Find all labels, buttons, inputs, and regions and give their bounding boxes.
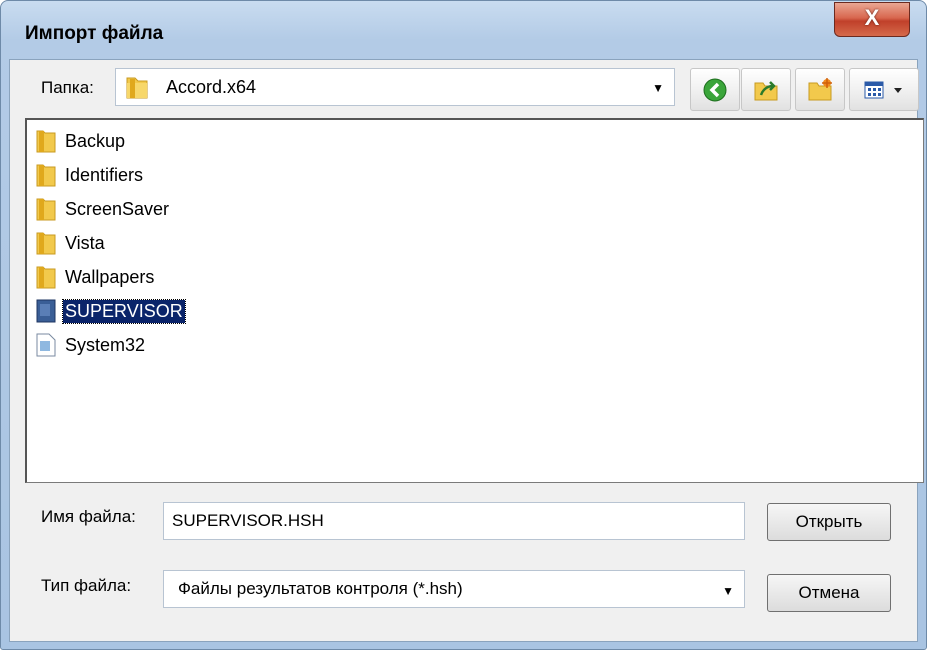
view-menu-button[interactable] (849, 68, 919, 111)
filetype-value: Файлы результатов контроля (*.hsh) (178, 579, 463, 598)
list-item-label: ScreenSaver (65, 198, 170, 219)
chevron-down-icon: ▼ (652, 81, 664, 95)
filename-label: Имя файла: (41, 507, 136, 526)
folder-icon (35, 162, 57, 188)
file-icon (35, 332, 57, 358)
file-icon (35, 298, 57, 324)
file-list[interactable]: Backup Identifiers ScreenSaver Vista Wal… (25, 118, 924, 483)
filename-input[interactable]: SUPERVISOR.HSH (163, 502, 745, 540)
filetype-label: Тип файла: (41, 576, 132, 595)
list-item[interactable]: Wallpapers (35, 262, 156, 292)
list-item-label: Wallpapers (65, 266, 155, 287)
list-item-label: SUPERVISOR (62, 298, 186, 324)
folder-icon (35, 128, 57, 154)
close-button[interactable]: X (834, 2, 910, 37)
current-folder-value: Accord.x64 (166, 77, 257, 97)
filetype-dropdown[interactable]: Файлы результатов контроля (*.hsh) ▼ (163, 570, 745, 608)
list-item[interactable]: System32 (35, 330, 147, 360)
chevron-down-icon: ▼ (722, 584, 734, 598)
list-item[interactable]: Vista (35, 228, 107, 258)
list-item-label: System32 (65, 334, 146, 355)
back-arrow-icon (703, 78, 727, 101)
new-folder-button[interactable] (795, 68, 845, 111)
folder-icon (35, 196, 57, 222)
folder-icon (35, 230, 57, 256)
list-item-selected[interactable]: SUPERVISOR (35, 296, 186, 326)
new-folder-icon (808, 77, 832, 100)
list-item-label: Vista (65, 232, 105, 253)
up-folder-button[interactable] (741, 68, 791, 111)
title-bar[interactable]: Импорт файла X (1, 1, 926, 61)
cancel-button[interactable]: Отмена (767, 574, 891, 612)
up-folder-icon (754, 80, 778, 100)
folder-icon (124, 75, 150, 106)
list-item-label: Backup (65, 130, 126, 151)
list-item[interactable]: Backup (35, 126, 127, 156)
list-item-label: Identifiers (65, 164, 144, 185)
open-button[interactable]: Открыть (767, 503, 891, 541)
close-icon: X (864, 5, 880, 30)
folder-icon (35, 264, 57, 290)
view-list-icon (864, 81, 902, 98)
folder-dropdown[interactable]: Accord.x64 ▼ (115, 68, 675, 106)
folder-label: Папка: (41, 78, 94, 97)
dialog-title: Импорт файла (25, 23, 164, 44)
list-item[interactable]: Identifiers (35, 160, 145, 190)
back-button[interactable] (690, 68, 740, 111)
list-item[interactable]: ScreenSaver (35, 194, 171, 224)
